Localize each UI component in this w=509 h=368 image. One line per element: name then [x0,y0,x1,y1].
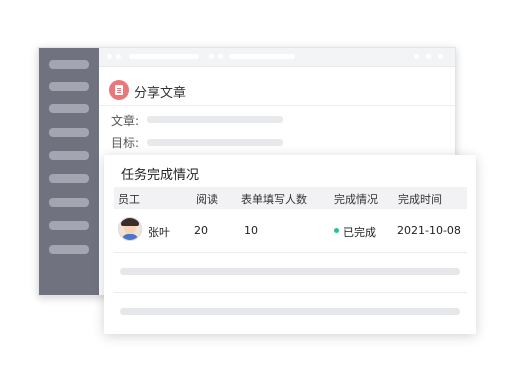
window-topbar [99,48,455,67]
target-field-label: 目标: [111,136,140,150]
toolbar-bar [229,54,295,59]
card-title: 任务完成情况 [121,168,200,183]
status-text: 已完成 [343,226,376,239]
document-icon [109,80,129,100]
window-control-dot[interactable] [438,54,443,59]
avatar [118,217,142,241]
reads-count: 20 [194,224,208,237]
sidebar-item[interactable] [49,60,89,69]
form-count: 10 [244,224,258,237]
placeholder-row [120,308,460,315]
column-header-reads: 阅读 [196,193,218,206]
target-field-value[interactable] [147,139,283,146]
address-bar[interactable] [129,54,199,59]
column-header-form-count: 表单填写人数 [241,193,307,206]
row-divider [114,252,467,253]
window-dot [107,54,112,59]
window-dot [218,54,223,59]
share-article-title: 分享文章 [134,86,187,101]
employee-name: 张叶 [148,226,170,239]
sidebar-item[interactable] [49,174,89,183]
window-control-dot[interactable] [426,54,431,59]
sidebar-item[interactable] [49,221,89,230]
status-dot-icon [334,228,339,233]
window-control-dot[interactable] [414,54,419,59]
divider [99,105,455,106]
article-field-value[interactable] [147,116,283,123]
task-completion-card: 任务完成情况 员工 阅读 表单填写人数 完成情况 完成时间 张叶 20 10 已… [104,155,476,334]
sidebar-item[interactable] [49,245,89,254]
window-dot [209,54,214,59]
sidebar-item[interactable] [49,128,89,137]
placeholder-row [120,268,460,275]
table-header: 员工 阅读 表单填写人数 完成情况 完成时间 [114,187,467,209]
article-field-label: 文章: [111,114,140,128]
window-dot [116,54,121,59]
completion-time: 2021-10-08 [397,224,461,237]
column-header-status: 完成情况 [334,193,378,206]
sidebar-item[interactable] [49,151,89,160]
sidebar-item[interactable] [49,82,89,91]
column-header-employee: 员工 [118,193,140,206]
sidebar [39,48,99,295]
column-header-time: 完成时间 [398,193,442,206]
sidebar-item[interactable] [49,198,89,207]
row-divider [114,292,467,293]
sidebar-item[interactable] [49,104,89,113]
